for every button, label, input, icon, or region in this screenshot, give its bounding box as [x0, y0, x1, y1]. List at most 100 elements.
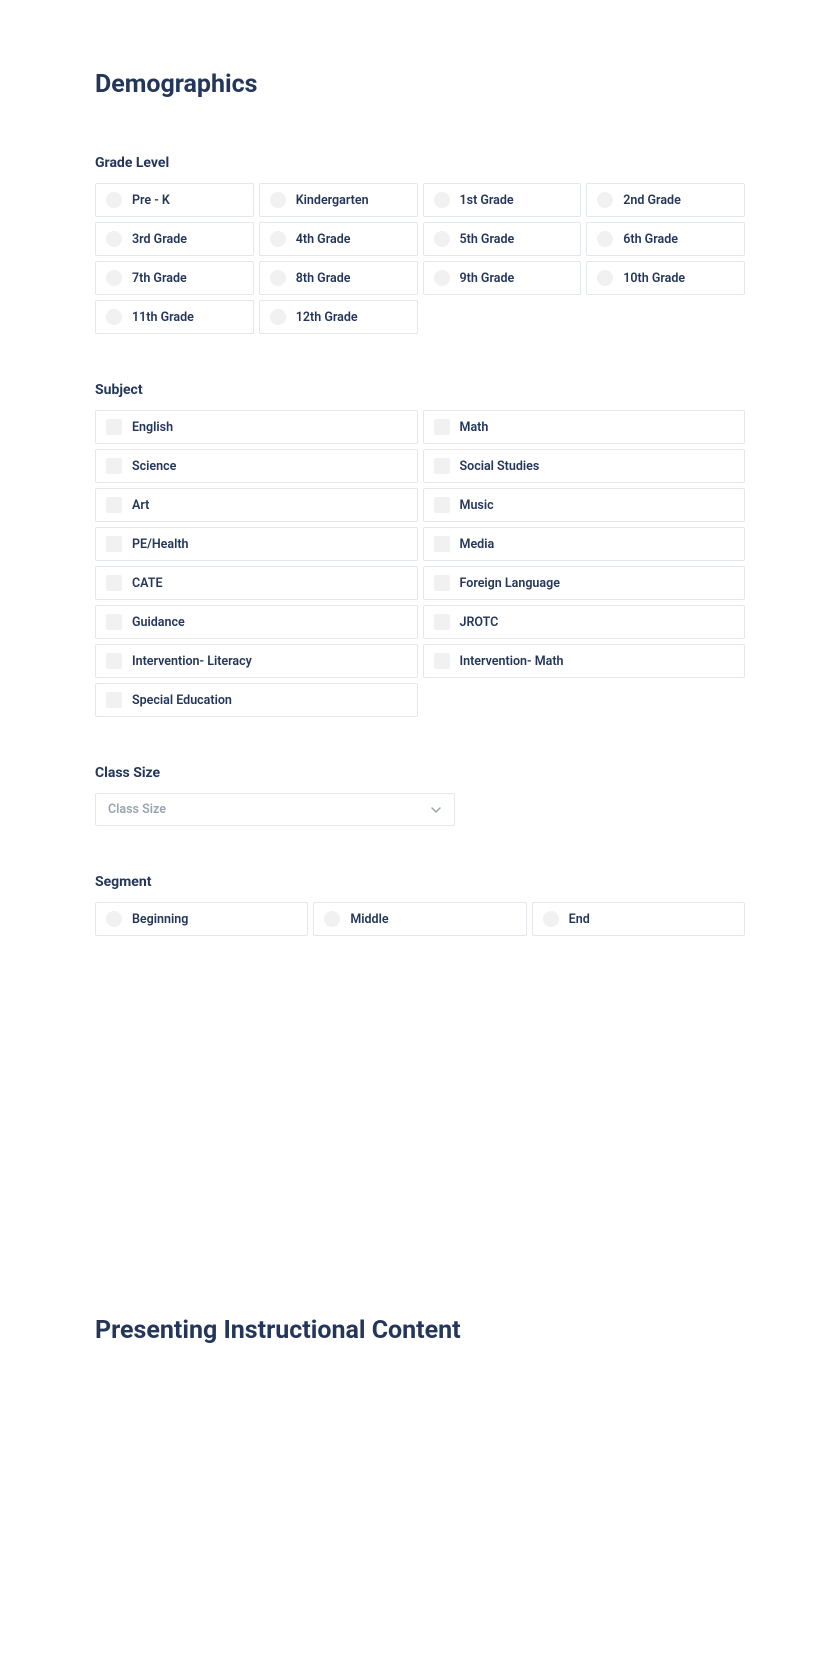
grade-option[interactable]: 2nd Grade — [586, 183, 745, 217]
radio-icon — [434, 231, 450, 247]
option-label: Intervention- Math — [460, 654, 564, 669]
checkbox-icon — [434, 653, 450, 669]
option-label: Beginning — [132, 912, 188, 927]
checkbox-icon — [434, 497, 450, 513]
grade-option[interactable]: 5th Grade — [423, 222, 582, 256]
section-segment: Segment Beginning Middle End — [95, 874, 745, 936]
radio-icon — [106, 231, 122, 247]
subject-option[interactable]: Intervention- Math — [423, 644, 746, 678]
radio-icon — [270, 309, 286, 325]
checkbox-icon — [106, 575, 122, 591]
radio-icon — [434, 270, 450, 286]
checkbox-icon — [434, 458, 450, 474]
radio-icon — [543, 911, 559, 927]
radio-icon — [324, 911, 340, 927]
grade-option[interactable]: 6th Grade — [586, 222, 745, 256]
subject-option[interactable]: Art — [95, 488, 418, 522]
option-label: End — [569, 912, 590, 927]
option-label: 11th Grade — [132, 310, 194, 325]
subject-option[interactable]: Music — [423, 488, 746, 522]
checkbox-icon — [106, 458, 122, 474]
subject-option[interactable]: PE/Health — [95, 527, 418, 561]
option-label: Science — [132, 459, 176, 474]
checkbox-icon — [106, 692, 122, 708]
subject-option[interactable]: Foreign Language — [423, 566, 746, 600]
grade-option[interactable]: 3rd Grade — [95, 222, 254, 256]
section-class-size: Class Size Class Size — [95, 765, 745, 826]
option-label: Kindergarten — [296, 193, 369, 208]
radio-icon — [434, 192, 450, 208]
checkbox-icon — [434, 575, 450, 591]
subject-option[interactable]: Intervention- Literacy — [95, 644, 418, 678]
subject-option[interactable]: Media — [423, 527, 746, 561]
segment-option[interactable]: End — [532, 902, 745, 936]
subject-option[interactable]: English — [95, 410, 418, 444]
segment-option[interactable]: Beginning — [95, 902, 308, 936]
grade-option[interactable]: 11th Grade — [95, 300, 254, 334]
option-label: PE/Health — [132, 537, 189, 552]
grade-option[interactable]: 9th Grade — [423, 261, 582, 295]
option-label: Social Studies — [460, 459, 540, 474]
option-label: 7th Grade — [132, 271, 187, 286]
class-size-select[interactable]: Class Size — [95, 793, 455, 826]
radio-icon — [106, 911, 122, 927]
option-label: English — [132, 420, 173, 435]
option-label: Media — [460, 537, 495, 552]
subject-option[interactable]: Guidance — [95, 605, 418, 639]
label-class-size: Class Size — [95, 765, 745, 781]
radio-icon — [106, 192, 122, 208]
checkbox-icon — [106, 497, 122, 513]
segment-option[interactable]: Middle — [313, 902, 526, 936]
option-label: 1st Grade — [460, 193, 514, 208]
option-label: 5th Grade — [460, 232, 515, 247]
option-label: Intervention- Literacy — [132, 654, 252, 669]
subject-options: English Math Science Social Studies Art … — [95, 410, 745, 717]
subject-option[interactable]: Math — [423, 410, 746, 444]
option-label: 4th Grade — [296, 232, 351, 247]
option-label: Music — [460, 498, 494, 513]
grade-level-options: Pre - K Kindergarten 1st Grade 2nd Grade… — [95, 183, 745, 334]
grade-option[interactable]: 8th Grade — [259, 261, 418, 295]
option-label: Math — [460, 420, 489, 435]
subject-option[interactable]: Special Education — [95, 683, 418, 717]
option-label: 8th Grade — [296, 271, 351, 286]
checkbox-icon — [434, 419, 450, 435]
section-subject: Subject English Math Science Social Stud… — [95, 382, 745, 717]
heading-presenting: Presenting Instructional Content — [95, 1316, 745, 1345]
radio-icon — [597, 270, 613, 286]
select-placeholder: Class Size — [108, 802, 166, 817]
heading-demographics: Demographics — [95, 70, 745, 99]
grade-option[interactable]: Pre - K — [95, 183, 254, 217]
grade-option[interactable]: Kindergarten — [259, 183, 418, 217]
grade-option[interactable]: 1st Grade — [423, 183, 582, 217]
subject-option[interactable]: Social Studies — [423, 449, 746, 483]
checkbox-icon — [106, 653, 122, 669]
label-grade-level: Grade Level — [95, 155, 745, 171]
section-grade-level: Grade Level Pre - K Kindergarten 1st Gra… — [95, 155, 745, 334]
option-label: Pre - K — [132, 193, 170, 208]
grade-option[interactable]: 7th Grade — [95, 261, 254, 295]
label-segment: Segment — [95, 874, 745, 890]
option-label: JROTC — [460, 615, 499, 630]
radio-icon — [106, 270, 122, 286]
subject-option[interactable]: Science — [95, 449, 418, 483]
option-label: Foreign Language — [460, 576, 560, 591]
checkbox-icon — [106, 614, 122, 630]
subject-option[interactable]: CATE — [95, 566, 418, 600]
radio-icon — [270, 231, 286, 247]
grade-option[interactable]: 12th Grade — [259, 300, 418, 334]
radio-icon — [597, 192, 613, 208]
option-label: 9th Grade — [460, 271, 515, 286]
option-label: CATE — [132, 576, 163, 591]
checkbox-icon — [106, 536, 122, 552]
option-label: 3rd Grade — [132, 232, 187, 247]
subject-option[interactable]: JROTC — [423, 605, 746, 639]
option-label: 2nd Grade — [623, 193, 681, 208]
label-subject: Subject — [95, 382, 745, 398]
option-label: Guidance — [132, 615, 185, 630]
option-label: Special Education — [132, 693, 232, 708]
grade-option[interactable]: 10th Grade — [586, 261, 745, 295]
checkbox-icon — [434, 614, 450, 630]
chevron-down-icon — [430, 804, 442, 816]
grade-option[interactable]: 4th Grade — [259, 222, 418, 256]
